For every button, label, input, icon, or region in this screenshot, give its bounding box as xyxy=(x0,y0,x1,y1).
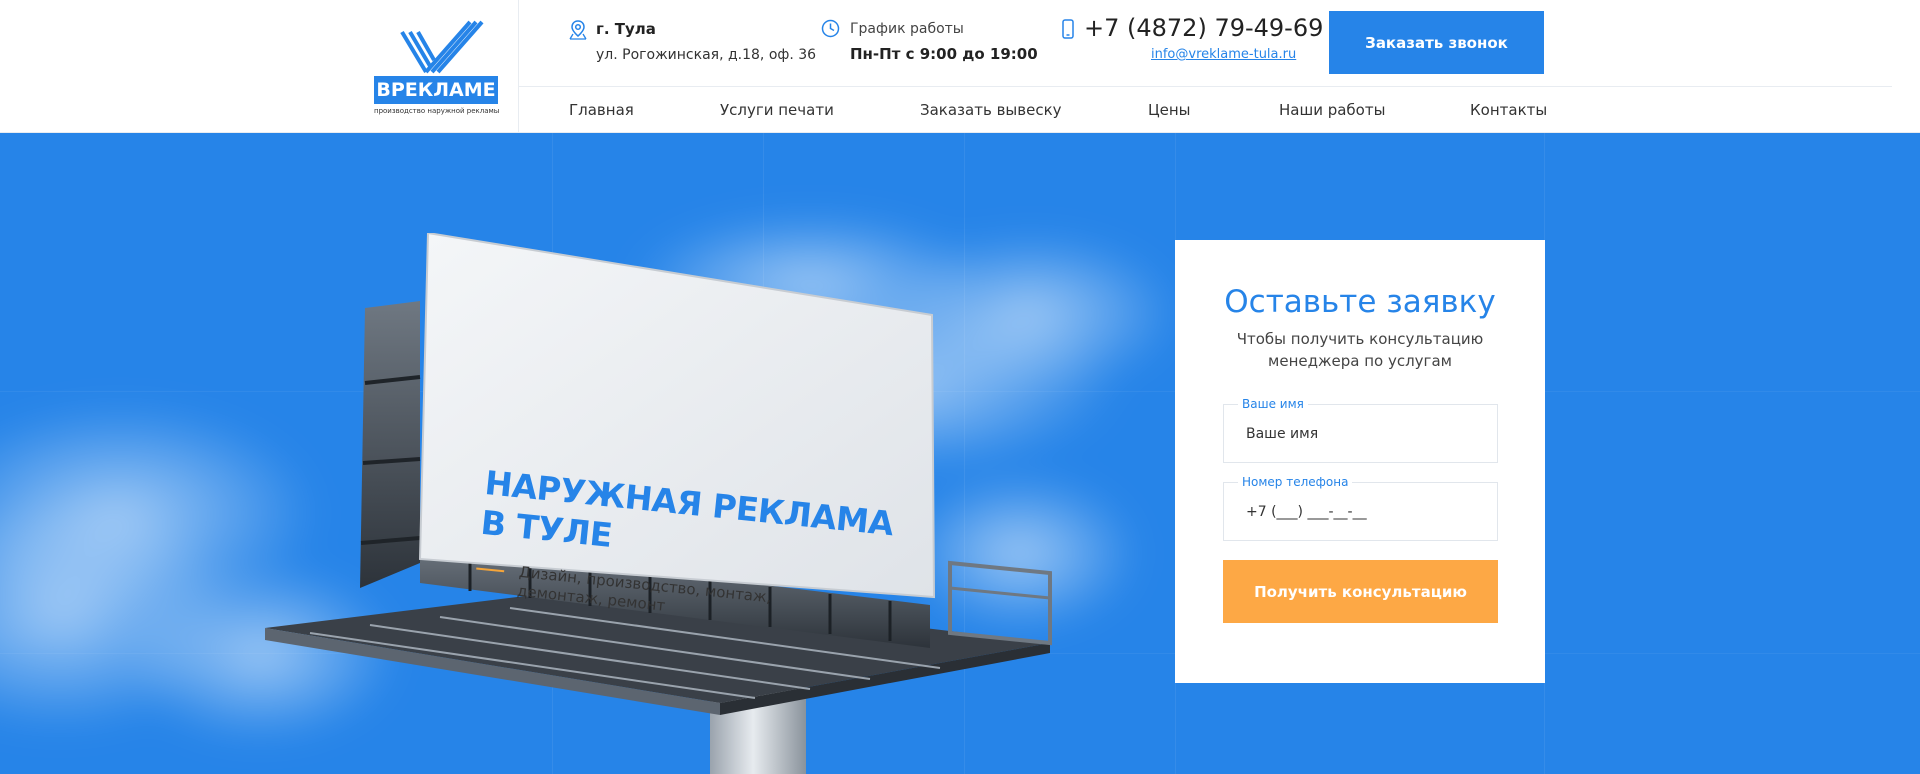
logo-mark-icon xyxy=(400,20,484,74)
nav-item-print-services[interactable]: Услуги печати xyxy=(720,101,834,119)
email-link[interactable]: info@vreklame-tula.ru xyxy=(1151,47,1296,62)
nav-item-home[interactable]: Главная xyxy=(569,101,634,119)
hero-section: НАРУЖНАЯ РЕКЛАМА В ТУЛЕ Дизайн, производ… xyxy=(0,133,1920,774)
nav-item-portfolio[interactable]: Наши работы xyxy=(1279,101,1385,119)
phone-field: Номер телефона xyxy=(1223,475,1498,541)
nav-item-prices[interactable]: Цены xyxy=(1148,101,1191,119)
clock-icon xyxy=(821,19,840,38)
phone-number[interactable]: +7 (4872) 79-49-69 xyxy=(1084,14,1323,42)
name-field-label: Ваше имя xyxy=(1238,397,1308,411)
logo-tagline: производство наружной рекламы xyxy=(374,107,500,115)
accent-dash xyxy=(476,567,505,573)
order-callback-button[interactable]: Заказать звонок xyxy=(1329,11,1544,74)
schedule-label: График работы xyxy=(850,21,964,37)
city-name: г. Тула xyxy=(596,20,656,38)
form-title: Оставьте заявку xyxy=(1224,284,1496,320)
phone-icon xyxy=(1062,19,1074,39)
main-nav: Главная Услуги печати Заказать вывеску Ц… xyxy=(519,87,1547,133)
office-address: ул. Рогожинская, д.18, оф. 36 xyxy=(596,47,817,63)
get-consultation-button[interactable]: Получить консультацию xyxy=(1223,560,1498,623)
form-subtitle: Чтобы получить консультацию менеджера по… xyxy=(1236,330,1484,370)
nav-item-contacts[interactable]: Контакты xyxy=(1470,101,1547,119)
schedule-hours: Пн-Пт с 9:00 до 19:00 xyxy=(850,45,1038,63)
map-pin-icon xyxy=(569,20,587,40)
phone-input[interactable] xyxy=(1224,483,1497,540)
site-header: ВРЕКЛАМЕ производство наружной рекламы г… xyxy=(0,0,1920,133)
nav-item-order-sign[interactable]: Заказать вывеску xyxy=(920,101,1062,119)
name-field: Ваше имя xyxy=(1223,397,1498,463)
logo[interactable]: ВРЕКЛАМЕ производство наружной рекламы xyxy=(374,20,500,116)
name-input[interactable] xyxy=(1224,405,1497,462)
logo-wordmark: ВРЕКЛАМЕ xyxy=(374,76,498,104)
request-form-card: Оставьте заявку Чтобы получить консульта… xyxy=(1175,240,1545,683)
phone-field-label: Номер телефона xyxy=(1238,475,1353,489)
